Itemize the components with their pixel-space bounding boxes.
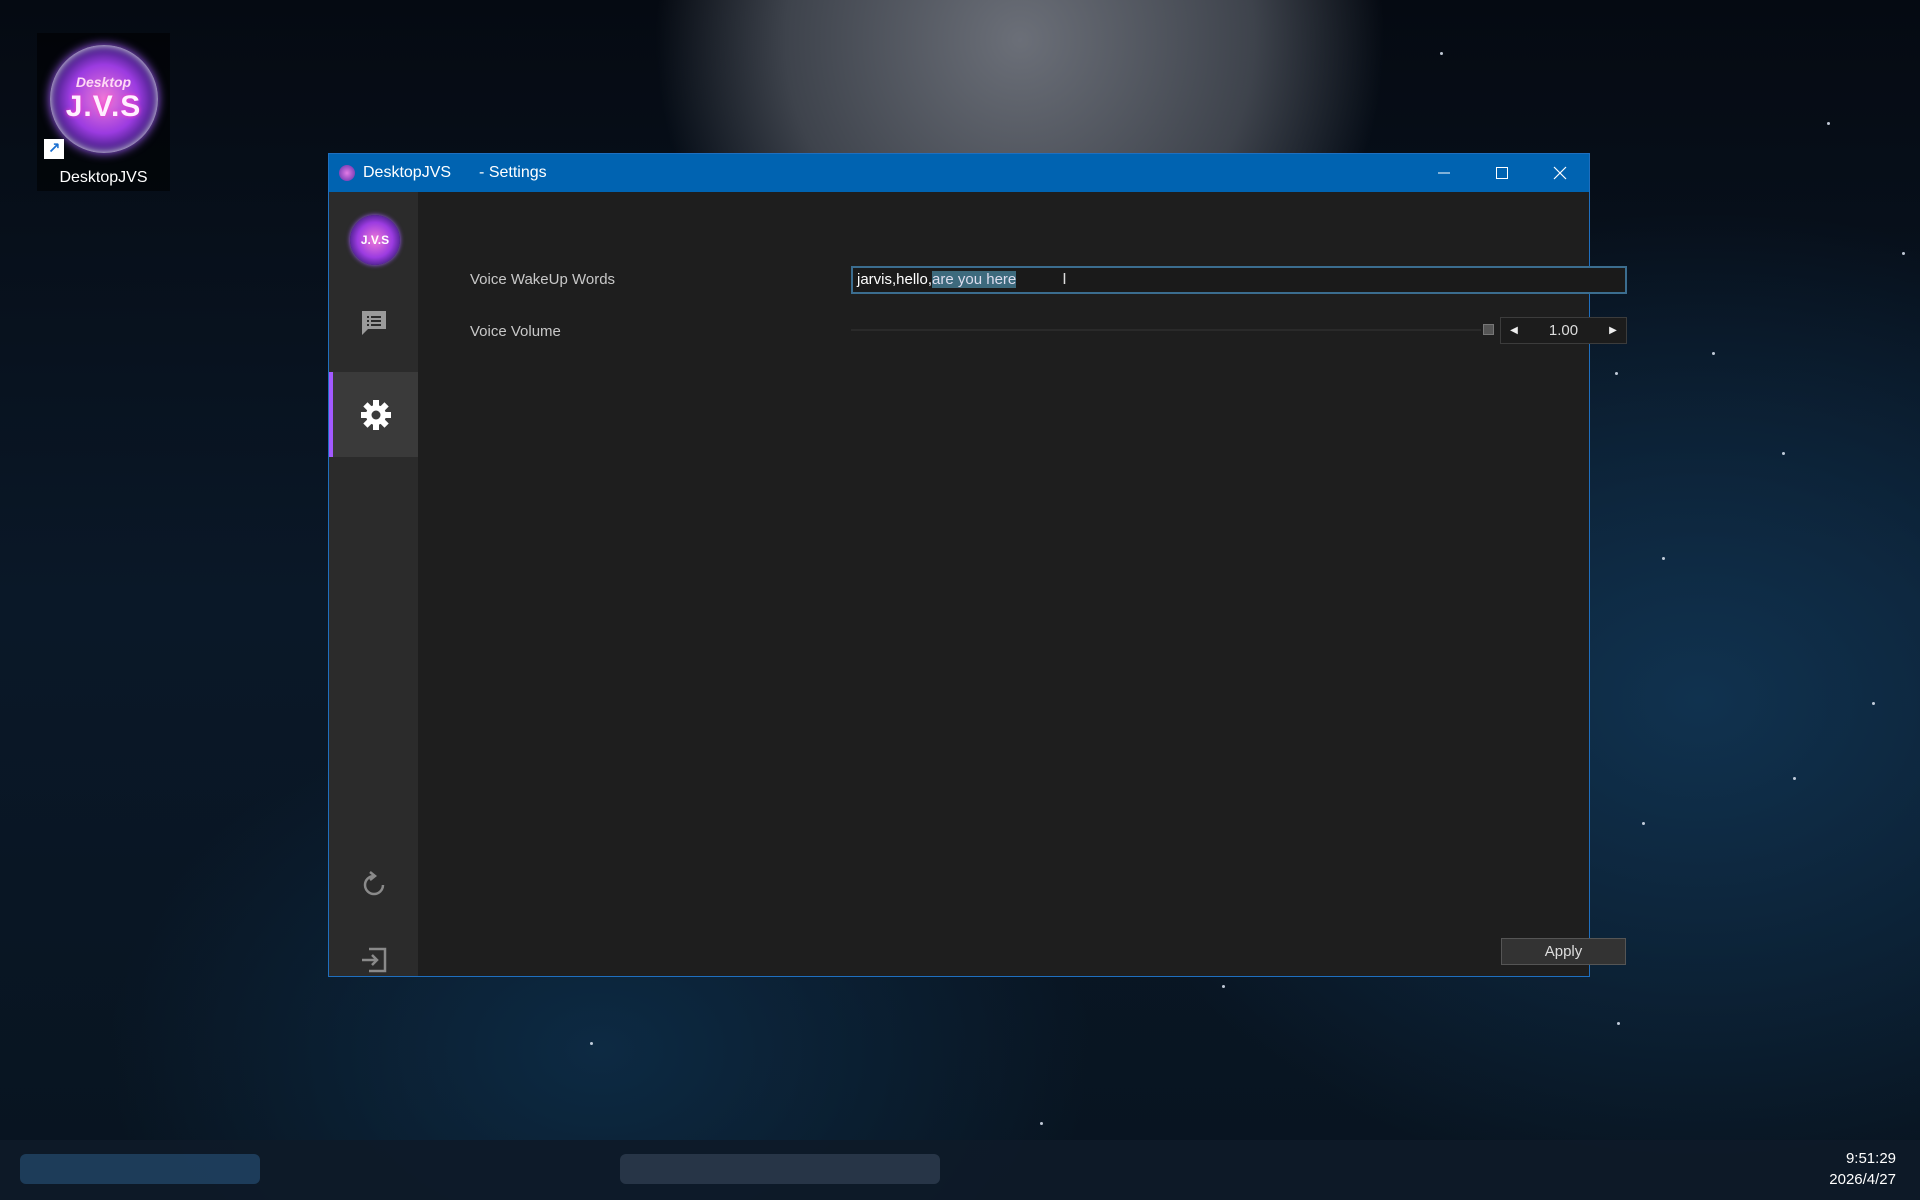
sidebar: J.V.S xyxy=(329,192,418,976)
volume-spinbox: ◀ 1.00 ▶ xyxy=(1500,317,1627,344)
settings-content: Voice WakeUp Words jarvis,hello,are you … xyxy=(418,192,1627,976)
app-icon xyxy=(339,165,355,181)
apply-button[interactable]: Apply xyxy=(1501,938,1626,965)
taskbar-pinned-apps[interactable] xyxy=(20,1154,260,1184)
settings-window: DesktopJVS - Settings J.V.S Voice WakeUp… xyxy=(328,153,1627,977)
shortcut-arrow-icon: ↗ xyxy=(44,139,64,159)
close-button[interactable] xyxy=(1531,154,1589,192)
taskbar: 9:51:29 2026/4/27 xyxy=(0,1140,1920,1200)
clock-time: 9:51:29 xyxy=(1845,1150,1896,1167)
logo-text-line2: J.V.S xyxy=(65,90,142,123)
sidebar-item-refresh[interactable] xyxy=(329,842,418,927)
sidebar-logo: J.V.S xyxy=(350,215,400,265)
clock-date: 2026/4/27 xyxy=(1829,1171,1896,1188)
window-title-suffix: - Settings xyxy=(479,164,547,181)
minimize-button[interactable] xyxy=(1415,154,1473,192)
desktop-icon-label: DesktopJVS xyxy=(59,169,148,186)
exit-icon xyxy=(361,947,386,972)
wakeup-input-plain-text: jarvis,hello, xyxy=(857,271,933,288)
volume-slider-track[interactable] xyxy=(851,329,1481,331)
title-bar[interactable]: DesktopJVS - Settings xyxy=(329,154,1589,192)
text-cursor-icon: I xyxy=(1062,271,1067,288)
window-controls xyxy=(1415,154,1589,192)
volume-decrement-button[interactable]: ◀ xyxy=(1501,325,1527,336)
refresh-icon xyxy=(363,870,384,895)
wakeup-words-label: Voice WakeUp Words xyxy=(470,271,616,288)
sidebar-item-settings[interactable] xyxy=(329,372,418,457)
taskbar-running-apps[interactable] xyxy=(620,1154,940,1184)
window-app-name: DesktopJVS xyxy=(363,164,452,181)
sidebar-item-exit[interactable] xyxy=(329,917,418,1002)
voice-volume-label: Voice Volume xyxy=(470,323,561,340)
volume-slider-thumb[interactable] xyxy=(1483,324,1494,335)
desktop-shortcut-desktopjvs[interactable]: Desktop J.V.S ↗ DesktopJVS xyxy=(37,33,170,191)
wakeup-input-selected-text: are you here xyxy=(932,271,1017,288)
chat-icon xyxy=(361,310,386,335)
volume-increment-button[interactable]: ▶ xyxy=(1600,325,1626,336)
gear-icon xyxy=(360,399,391,430)
sidebar-logo-text: J.V.S xyxy=(360,233,390,247)
system-clock[interactable]: 9:51:29 2026/4/27 xyxy=(1829,1148,1896,1190)
close-icon xyxy=(1553,166,1567,180)
desktopjvs-logo-icon: Desktop J.V.S xyxy=(49,45,158,153)
maximize-icon xyxy=(1496,167,1508,179)
logo-text-line1: Desktop xyxy=(75,74,132,90)
wakeup-words-input[interactable]: jarvis,hello,are you here I xyxy=(851,266,1627,294)
sidebar-item-chat[interactable] xyxy=(329,280,418,365)
minimize-icon xyxy=(1438,172,1450,174)
volume-value[interactable]: 1.00 xyxy=(1527,322,1600,339)
maximize-button[interactable] xyxy=(1473,154,1531,192)
